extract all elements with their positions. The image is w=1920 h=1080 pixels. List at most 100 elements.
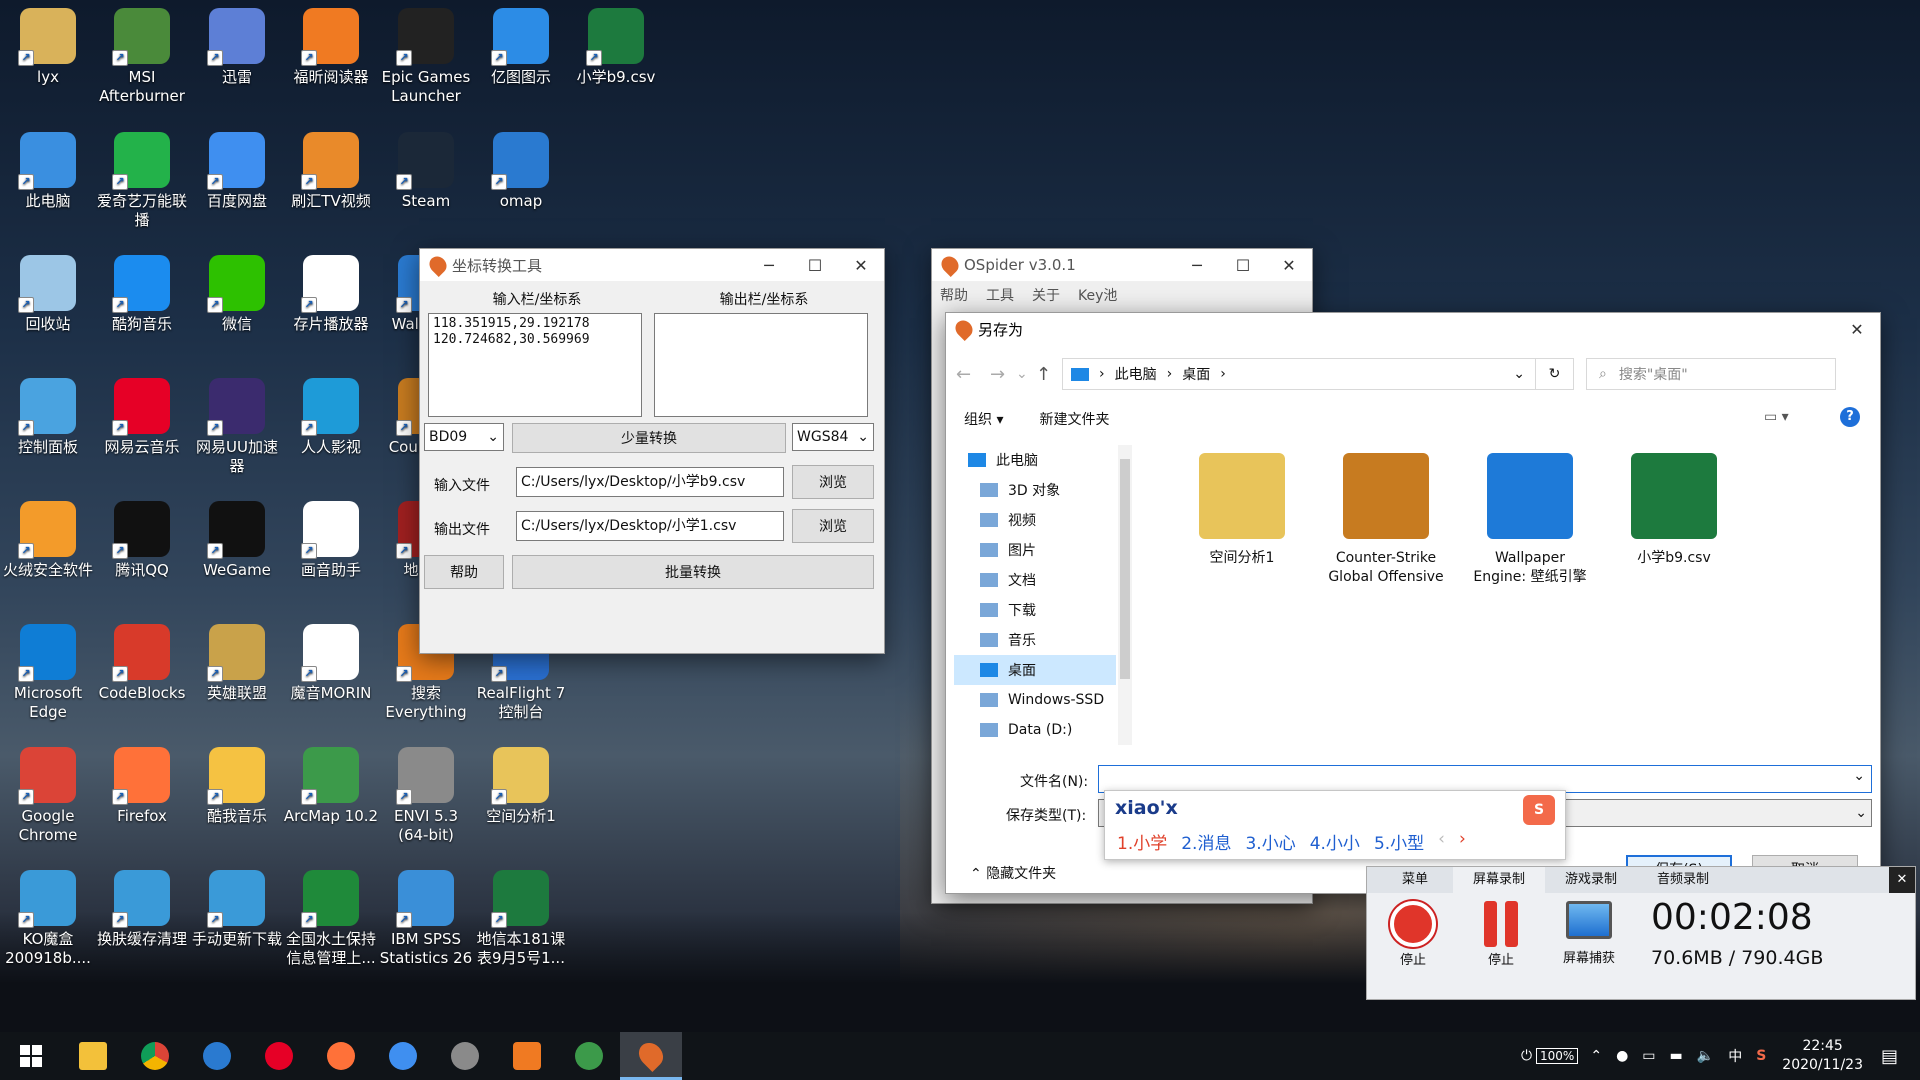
- nav-tree-item[interactable]: Windows-SSD: [954, 685, 1116, 715]
- file-item[interactable]: Counter-Strike Global Offensive: [1326, 453, 1446, 653]
- close-icon[interactable]: ✕: [1889, 867, 1915, 893]
- desktop-icon[interactable]: ↗ 火绒安全软件: [0, 497, 96, 615]
- chevron-down-icon[interactable]: ⌄: [1513, 366, 1525, 382]
- taskbar-firefox[interactable]: [310, 1032, 372, 1080]
- nav-tree-item[interactable]: 下载: [954, 595, 1116, 625]
- desktop-icon[interactable]: ↗ IBM SPSS Statistics 26: [378, 866, 474, 984]
- close-icon[interactable]: ✕: [1266, 249, 1312, 281]
- new-folder-button[interactable]: 新建文件夹: [1039, 409, 1109, 429]
- desktop-icon[interactable]: ↗ 人人影视: [283, 374, 379, 492]
- input-crs-select[interactable]: BD09 ⌄: [424, 423, 504, 451]
- desktop-icon[interactable]: ↗ 网易UU加速器: [189, 374, 285, 492]
- save-as-titlebar[interactable]: 另存为 ✕: [946, 313, 1880, 345]
- ime-candidate-3[interactable]: 3.小心: [1245, 829, 1295, 854]
- start-button[interactable]: [0, 1032, 62, 1080]
- ospider-titlebar[interactable]: OSpider v3.0.1 ─ ☐ ✕: [932, 249, 1312, 281]
- recorder-tab-menu[interactable]: 菜单: [1377, 867, 1453, 893]
- file-item[interactable]: 空间分析1: [1182, 453, 1302, 653]
- desktop-icon[interactable]: ↗ CodeBlocks: [94, 620, 190, 738]
- batch-convert-button[interactable]: 批量转换: [512, 555, 874, 589]
- minimize-icon[interactable]: ─: [1174, 249, 1220, 281]
- desktop-icon[interactable]: ↗ Google Chrome: [0, 743, 96, 861]
- ime-candidate-4[interactable]: 4.小小: [1310, 829, 1360, 854]
- nav-tree-item[interactable]: 视频: [954, 505, 1116, 535]
- output-coords-textarea[interactable]: [654, 313, 868, 417]
- clock[interactable]: 22:45 2020/11/23: [1782, 1037, 1863, 1075]
- nav-tree-item[interactable]: 3D 对象: [954, 475, 1116, 505]
- recorder-tab-screen[interactable]: 屏幕录制: [1453, 867, 1545, 893]
- taskbar-arcmap[interactable]: [558, 1032, 620, 1080]
- file-item[interactable]: Wallpaper Engine: 壁纸引擎: [1470, 453, 1590, 653]
- nav-tree-item[interactable]: 图片: [954, 535, 1116, 565]
- taskbar-ospider[interactable]: [620, 1032, 682, 1080]
- desktop-icon[interactable]: ↗ omap: [473, 128, 569, 246]
- ime-prev-icon[interactable]: ‹: [1438, 829, 1445, 854]
- search-box[interactable]: ⌕ 搜索"桌面": [1586, 358, 1836, 390]
- desktop-icon[interactable]: ↗ 地信本181课表9月5号1...: [473, 866, 569, 984]
- desktop-icon[interactable]: ↗ WeGame: [189, 497, 285, 615]
- nav-tree-item[interactable]: 文档: [954, 565, 1116, 595]
- organize-button[interactable]: 组织 ▾: [964, 409, 1003, 429]
- desktop-icon[interactable]: ↗ 网易云音乐: [94, 374, 190, 492]
- qq-tray-icon[interactable]: ●: [1616, 1048, 1628, 1064]
- nav-tree-item[interactable]: 音乐: [954, 625, 1116, 655]
- ime-language[interactable]: 中: [1728, 1046, 1742, 1066]
- ime-candidate-5[interactable]: 5.小型: [1374, 829, 1424, 854]
- desktop-icon[interactable]: ↗ 空间分析1: [473, 743, 569, 861]
- desktop-icon[interactable]: ↗ 画音助手: [283, 497, 379, 615]
- help-button[interactable]: 帮助: [424, 555, 504, 589]
- desktop-icon[interactable]: ↗ 酷狗音乐: [94, 251, 190, 369]
- desktop-icon[interactable]: ↗ 英雄联盟: [189, 620, 285, 738]
- desktop-icon[interactable]: ↗ 魔音MORIN: [283, 620, 379, 738]
- coord-tool-titlebar[interactable]: 坐标转换工具 ─ ☐ ✕: [420, 249, 884, 281]
- chevron-down-icon[interactable]: ⌄: [1853, 768, 1865, 784]
- taskbar-chrome[interactable]: [124, 1032, 186, 1080]
- chevron-up-icon[interactable]: ⌃: [1590, 1048, 1602, 1064]
- desktop-icon[interactable]: ↗ 存片播放器: [283, 251, 379, 369]
- ime-candidate-2[interactable]: 2.消息: [1181, 829, 1231, 854]
- recorder-tab-game[interactable]: 游戏录制: [1545, 867, 1637, 893]
- hide-folders-toggle[interactable]: ⌃ 隐藏文件夹: [970, 863, 1056, 883]
- desktop-icon[interactable]: ↗ 刷汇TV视频: [283, 128, 379, 246]
- desktop-icon[interactable]: ↗ ArcMap 10.2: [283, 743, 379, 861]
- desktop-icon[interactable]: ↗ 迅雷: [189, 4, 285, 122]
- battery-indicator[interactable]: 100%: [1536, 1048, 1579, 1064]
- file-item[interactable]: 小学b9.csv: [1614, 453, 1734, 653]
- desktop-icon[interactable]: ↗ 微信: [189, 251, 285, 369]
- desktop-icon[interactable]: ↗ 亿图图示: [473, 4, 569, 122]
- notification-icon[interactable]: ▤: [1881, 1046, 1898, 1067]
- forward-arrow-icon[interactable]: →: [990, 364, 1016, 385]
- minimize-icon[interactable]: ─: [746, 249, 792, 281]
- maximize-icon[interactable]: ☐: [1220, 249, 1266, 281]
- nav-tree-item[interactable]: Data (D:): [954, 715, 1116, 745]
- filename-input[interactable]: ⌄: [1098, 765, 1872, 793]
- menu-about[interactable]: 关于: [1032, 285, 1060, 305]
- help-icon[interactable]: ?: [1840, 407, 1860, 427]
- output-crs-select[interactable]: WGS84 ⌄: [792, 423, 874, 451]
- nav-tree-item[interactable]: 桌面: [954, 655, 1116, 685]
- ime-next-icon[interactable]: ›: [1459, 829, 1466, 854]
- desktop-icon[interactable]: ↗ Epic Games Launcher: [378, 4, 474, 122]
- desktop-icon[interactable]: ↗ 控制面板: [0, 374, 96, 492]
- recent-chevron-icon[interactable]: ⌄: [1016, 366, 1036, 382]
- refresh-button[interactable]: ↻: [1536, 358, 1574, 390]
- desktop-icon[interactable]: ↗ 爱奇艺万能联播: [94, 128, 190, 246]
- close-icon[interactable]: ✕: [1834, 313, 1880, 345]
- network-icon[interactable]: ▭: [1642, 1048, 1655, 1064]
- sogou-tray-icon[interactable]: S: [1756, 1048, 1766, 1064]
- breadcrumb-computer[interactable]: 此电脑: [1115, 364, 1157, 384]
- desktop-icon[interactable]: ↗ 换肤缓存清理: [94, 866, 190, 984]
- up-arrow-icon[interactable]: ↑: [1036, 364, 1062, 385]
- menu-keypool[interactable]: Key池: [1078, 285, 1117, 305]
- desktop-icon[interactable]: ↗ Steam: [378, 128, 474, 246]
- input-file-field[interactable]: C:/Users/lyx/Desktop/小学b9.csv: [516, 467, 784, 497]
- recorder-tab-audio[interactable]: 音频录制: [1637, 867, 1729, 893]
- desktop-icon[interactable]: ↗ Microsoft Edge: [0, 620, 96, 738]
- desktop-icon[interactable]: ↗ 百度网盘: [189, 128, 285, 246]
- desktop-icon[interactable]: ↗ MSI Afterburner: [94, 4, 190, 122]
- desktop-icon[interactable]: ↗ KO魔盒 200918b....: [0, 866, 96, 984]
- close-icon[interactable]: ✕: [838, 249, 884, 281]
- desktop-icon[interactable]: ↗ 此电脑: [0, 128, 96, 246]
- taskbar-baidu-pan[interactable]: [372, 1032, 434, 1080]
- desktop-icon[interactable]: ↗ 回收站: [0, 251, 96, 369]
